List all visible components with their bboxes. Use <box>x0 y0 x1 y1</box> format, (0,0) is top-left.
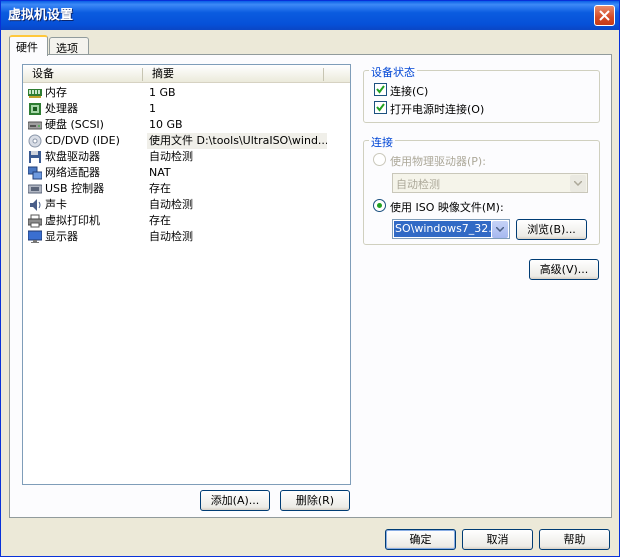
cpu-icon <box>29 103 41 115</box>
list-item-network[interactable]: 网络适配器 NAT <box>23 165 350 181</box>
iso-path-value[interactable]: SO\windows7_32.iso <box>394 221 491 237</box>
device-summary: 自动检测 <box>149 230 193 243</box>
help-button[interactable]: 帮助 <box>539 529 610 550</box>
chevron-down-icon <box>496 227 504 232</box>
device-name: 内存 <box>45 86 67 99</box>
device-summary: 10 GB <box>149 118 183 131</box>
device-summary: 1 <box>149 102 156 115</box>
list-item-hard-disk[interactable]: 硬盘 (SCSI) 10 GB <box>23 117 350 133</box>
list-item-sound[interactable]: 声卡 自动检测 <box>23 197 350 213</box>
chevron-down-icon <box>574 181 582 186</box>
network-icon <box>28 166 42 180</box>
device-summary: 1 GB <box>149 86 176 99</box>
device-name: 硬盘 (SCSI) <box>45 118 104 131</box>
list-item-printer[interactable]: 虚拟打印机 存在 <box>23 213 350 229</box>
device-summary: 自动检测 <box>149 198 193 211</box>
radio-dot <box>377 203 382 208</box>
device-summary: 使用文件 D:\tools\UltraISO\wind... <box>147 133 327 149</box>
cd-dvd-icon <box>28 134 42 148</box>
list-item-cd-dvd[interactable]: CD/DVD (IDE) 使用文件 D:\tools\UltraISO\wind… <box>23 133 350 149</box>
iso-image-radio[interactable] <box>373 199 386 212</box>
device-status-title: 设备状态 <box>369 64 417 80</box>
remove-device-button[interactable]: 删除(R) <box>280 490 350 511</box>
dropdown-button[interactable] <box>492 221 508 238</box>
list-item-usb[interactable]: USB 控制器 存在 <box>23 181 350 197</box>
ok-button[interactable]: 确定 <box>385 529 456 550</box>
device-name: 虚拟打印机 <box>45 214 100 227</box>
close-button[interactable] <box>594 5 615 26</box>
connection-title: 连接 <box>369 134 395 150</box>
display-icon <box>28 230 42 243</box>
device-name: 处理器 <box>45 102 78 115</box>
device-summary: 存在 <box>149 182 171 195</box>
add-device-button[interactable]: 添加(A)... <box>200 490 270 511</box>
help-button-label: 帮助 <box>563 533 586 546</box>
browse-button[interactable]: 浏览(B)... <box>516 219 587 240</box>
add-device-button-label: 添加(A)... <box>210 494 260 507</box>
ok-button-label: 确定 <box>409 533 432 546</box>
physical-drive-select[interactable]: 自动检测 <box>392 173 588 193</box>
advanced-button-label: 高级(V)... <box>539 263 589 276</box>
list-item-memory[interactable]: 内存 1 GB <box>23 85 350 101</box>
advanced-button[interactable]: 高级(V)... <box>529 259 599 280</box>
device-name: 声卡 <box>45 198 67 211</box>
title-bar[interactable]: 虚拟机设置 <box>1 1 619 30</box>
cancel-button[interactable]: 取消 <box>462 529 533 550</box>
list-item-floppy[interactable]: 软盘驱动器 自动检测 <box>23 149 350 165</box>
physical-drive-select-value: 自动检测 <box>396 178 440 191</box>
printer-icon <box>28 214 42 228</box>
device-name: 软盘驱动器 <box>45 150 100 163</box>
dropdown-button[interactable] <box>570 175 586 192</box>
column-header-device[interactable]: 设备 <box>23 65 143 83</box>
physical-drive-label[interactable]: 使用物理驱动器(P): <box>390 153 486 169</box>
usb-icon <box>28 184 42 194</box>
memory-icon <box>28 89 42 98</box>
column-header-summary[interactable]: 摘要 <box>143 65 323 83</box>
close-icon <box>599 10 610 21</box>
browse-button-label: 浏览(B)... <box>527 223 576 236</box>
checkmark-icon <box>376 103 385 112</box>
connect-at-power-on-checkbox[interactable] <box>374 101 387 114</box>
connected-label[interactable]: 连接(C) <box>390 83 428 99</box>
device-name: 网络适配器 <box>45 166 100 179</box>
checkmark-icon <box>376 85 385 94</box>
hard-disk-icon <box>28 121 42 130</box>
iso-path-combo[interactable]: SO\windows7_32.iso <box>392 219 510 239</box>
window-title: 虚拟机设置 <box>8 8 74 23</box>
device-list[interactable]: 设备 摘要 内存 1 GB 处理器 1 硬盘 (SCSI) 10 GB CD/D… <box>22 64 351 485</box>
vm-settings-dialog: 虚拟机设置 硬件 选项 设备 摘要 内存 1 GB 处理器 1 硬盘 (SCSI… <box>0 0 620 557</box>
tab-hardware-label: 硬件 <box>16 41 38 54</box>
column-header-summary-label: 摘要 <box>152 67 174 80</box>
device-name: CD/DVD (IDE) <box>45 134 120 147</box>
column-header-device-label: 设备 <box>32 67 54 80</box>
tab-hardware[interactable]: 硬件 <box>9 35 48 56</box>
device-summary: 存在 <box>149 214 171 227</box>
column-divider[interactable] <box>323 68 324 81</box>
cancel-button-label: 取消 <box>486 533 509 546</box>
device-name: USB 控制器 <box>45 182 105 195</box>
list-header: 设备 摘要 <box>23 65 350 83</box>
device-summary: 自动检测 <box>149 150 193 163</box>
tab-options[interactable]: 选项 <box>49 37 89 55</box>
device-summary: NAT <box>149 166 171 179</box>
list-item-processor[interactable]: 处理器 1 <box>23 101 350 117</box>
list-item-display[interactable]: 显示器 自动检测 <box>23 229 350 245</box>
floppy-icon <box>29 151 41 163</box>
connect-at-power-on-label[interactable]: 打开电源时连接(O) <box>390 101 484 117</box>
physical-drive-radio[interactable] <box>373 153 386 166</box>
connected-checkbox[interactable] <box>374 83 387 96</box>
sound-icon <box>30 199 41 211</box>
iso-image-label[interactable]: 使用 ISO 映像文件(M): <box>390 199 504 215</box>
remove-device-button-label: 删除(R) <box>295 494 335 507</box>
device-name: 显示器 <box>45 230 78 243</box>
